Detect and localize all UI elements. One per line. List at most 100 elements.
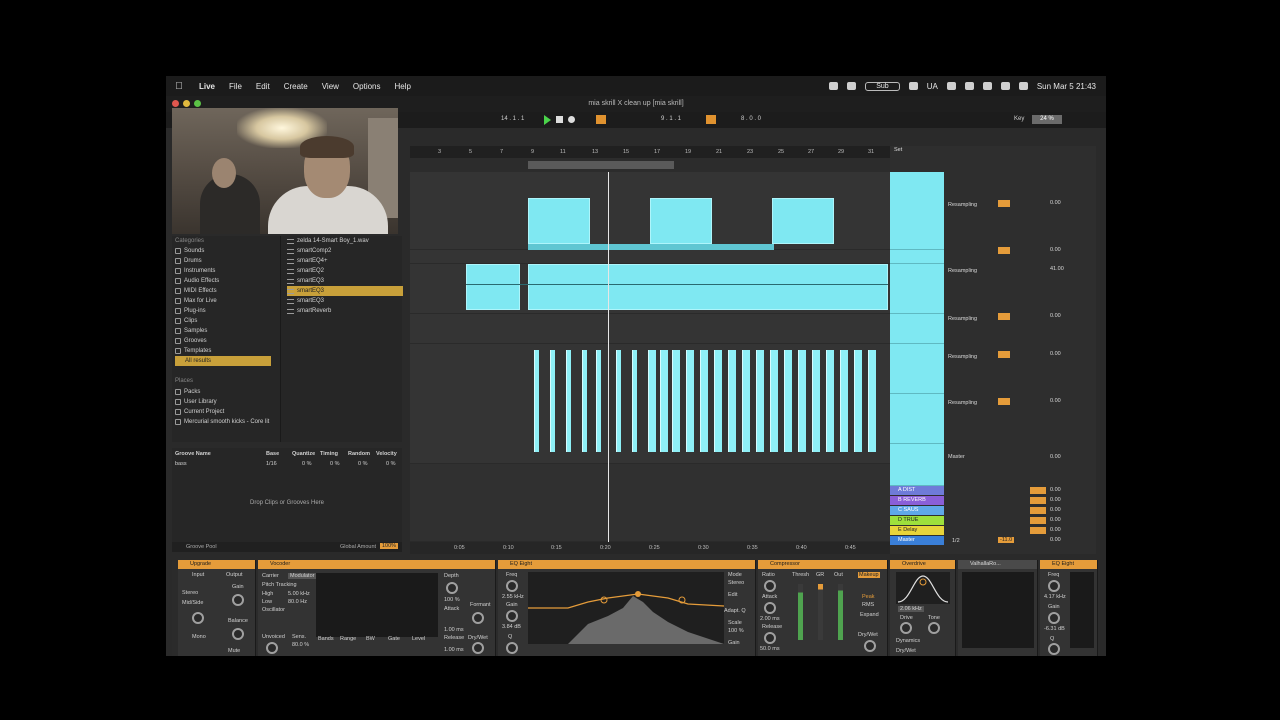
dropbox-icon[interactable]	[908, 82, 918, 90]
unvoiced-knob[interactable]	[266, 642, 278, 654]
midi-clip[interactable]	[770, 350, 778, 452]
peak-button[interactable]: Peak	[862, 594, 875, 600]
carrier-select[interactable]: Modulator	[288, 573, 317, 579]
menu-view[interactable]: View	[315, 82, 346, 91]
return-send[interactable]	[1030, 517, 1046, 524]
tone-knob[interactable]	[928, 622, 940, 634]
track-output-routing[interactable]: Master	[948, 454, 992, 460]
midi-clip[interactable]	[854, 350, 862, 452]
arrangement-position[interactable]: 14 . 1 . 1	[501, 116, 524, 122]
gain-knob[interactable]	[506, 610, 518, 622]
midi-clip[interactable]	[798, 350, 806, 452]
category-sounds[interactable]: Sounds	[175, 246, 271, 256]
close-window-button[interactable]	[172, 100, 179, 107]
automation-arm-button[interactable]	[596, 115, 606, 124]
master-volume-readout[interactable]: 0.00	[1050, 537, 1061, 543]
midi-clip[interactable]	[596, 350, 601, 452]
track-header[interactable]	[890, 264, 944, 314]
category-templates[interactable]: Templates	[175, 346, 271, 356]
bar-ruler[interactable]: 3 5 7 9 11 13 15 17 19 21 23 25 27 29 31	[410, 146, 890, 158]
track-lane[interactable]	[410, 172, 890, 250]
menubar-clock[interactable]: Sun Mar 5 21:43	[1037, 82, 1096, 91]
groove-velocity[interactable]: 0 %	[386, 461, 395, 467]
track-volume[interactable]: 41.00	[1050, 266, 1064, 272]
return-volume[interactable]: 0.00	[1050, 497, 1061, 503]
attack-value[interactable]: 1.00 ms	[444, 627, 464, 633]
vocoder-band-display[interactable]	[316, 573, 438, 637]
pitch-tracking-button[interactable]: Pitch Tracking	[262, 582, 297, 588]
mute-button[interactable]: Mute	[228, 648, 240, 654]
midi-clip[interactable]	[700, 350, 708, 452]
track-volume[interactable]: 0.00	[1050, 200, 1061, 206]
track-header[interactable]	[890, 314, 944, 344]
loop-brace-lane[interactable]	[410, 158, 890, 172]
minimize-window-button[interactable]	[183, 100, 190, 107]
threshold-meter[interactable]	[798, 584, 803, 640]
depth-value[interactable]: 100 %	[444, 597, 460, 603]
return-send[interactable]	[1030, 497, 1046, 504]
midi-clip[interactable]	[582, 350, 587, 452]
overdrive-filter-display[interactable]	[896, 572, 950, 604]
dry-wet-knob[interactable]	[472, 642, 484, 654]
status-icon[interactable]	[829, 82, 839, 90]
master-track[interactable]: Master	[890, 536, 944, 545]
gain-value[interactable]: -6.31 dB	[1044, 626, 1065, 632]
gain-value[interactable]: 3.84 dB	[502, 624, 521, 630]
attack-knob[interactable]	[764, 602, 776, 614]
track-volume[interactable]: 0.00	[1050, 313, 1061, 319]
category-all-results[interactable]: All results	[175, 356, 271, 366]
output-meter[interactable]	[838, 584, 843, 640]
track-output-routing[interactable]: Resampling	[948, 316, 992, 322]
groove-timing[interactable]: 0 %	[330, 461, 339, 467]
formant-knob[interactable]	[472, 612, 484, 624]
midi-clip[interactable]	[660, 350, 668, 452]
place-current-project[interactable]: Current Project	[175, 407, 271, 417]
playhead[interactable]	[608, 172, 609, 544]
rms-button[interactable]: RMS	[862, 602, 874, 608]
browser-file-selected[interactable]: smartEQ3	[287, 286, 403, 296]
menu-edit[interactable]: Edit	[249, 82, 277, 91]
battery-icon[interactable]	[964, 82, 974, 90]
adaptive-q-button[interactable]: Adapt. Q	[724, 608, 746, 614]
menu-options[interactable]: Options	[346, 82, 388, 91]
eq-curve-display[interactable]	[1070, 572, 1094, 648]
audio-clip[interactable]	[650, 198, 712, 244]
mid-side-knob[interactable]	[192, 612, 204, 624]
key-map-button[interactable]: Key	[1014, 116, 1024, 122]
category-audio-effects[interactable]: Audio Effects	[175, 276, 271, 286]
midi-clip[interactable]	[826, 350, 834, 452]
midi-clip[interactable]	[784, 350, 792, 452]
audio-clip[interactable]	[466, 264, 520, 310]
category-drums[interactable]: Drums	[175, 256, 271, 266]
search-icon[interactable]	[1000, 82, 1010, 90]
browser-file[interactable]: smartEQ4+	[287, 256, 403, 266]
ratio-knob[interactable]	[764, 580, 776, 592]
return-track-b[interactable]: B REVERB	[890, 496, 944, 505]
menu-file[interactable]: File	[222, 82, 249, 91]
midi-clip[interactable]	[728, 350, 736, 452]
midi-clip[interactable]	[616, 350, 621, 452]
midi-clip[interactable]	[534, 350, 539, 452]
track-lane[interactable]	[410, 264, 890, 314]
groove-base[interactable]: 1/16	[266, 461, 277, 467]
return-track-e[interactable]: E Delay	[890, 526, 944, 535]
eq-curve-display[interactable]	[528, 572, 724, 644]
expand-button[interactable]: Expand	[860, 612, 879, 618]
track-activator[interactable]	[998, 398, 1010, 405]
category-clips[interactable]: Clips	[175, 316, 271, 326]
attack-value[interactable]: 2.00 ms	[760, 616, 780, 622]
menu-live[interactable]: Live	[192, 82, 222, 91]
track-header[interactable]	[890, 394, 944, 444]
balance-knob[interactable]	[232, 628, 244, 640]
track-header[interactable]	[890, 250, 944, 264]
q-knob[interactable]	[506, 642, 518, 654]
midi-clip[interactable]	[686, 350, 694, 452]
loop-brace[interactable]	[528, 161, 674, 169]
place-custom-folder[interactable]: Mercurial smooth kicks - Core lit	[175, 417, 279, 427]
midi-clip[interactable]	[672, 350, 680, 452]
browser-file[interactable]: smartEQ2	[287, 266, 403, 276]
track-lane[interactable]	[410, 314, 890, 344]
category-instruments[interactable]: Instruments	[175, 266, 271, 276]
track-lane[interactable]	[410, 344, 890, 464]
groove-random[interactable]: 0 %	[358, 461, 367, 467]
